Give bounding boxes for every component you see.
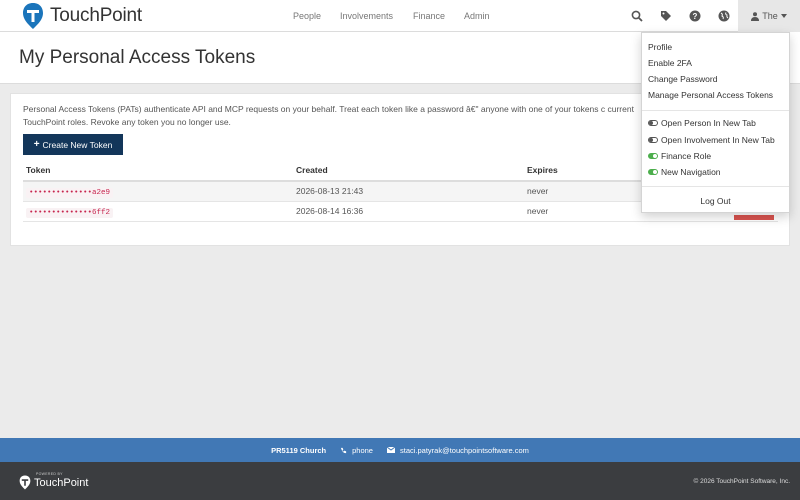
footer-logo[interactable]: TouchPoint [19, 475, 88, 490]
menu-item-change-password[interactable]: Change Password [648, 74, 717, 84]
toggle-on-icon [648, 153, 658, 159]
token-value: ••••••••••••••6ff2 [26, 207, 114, 218]
svg-text:?: ? [692, 12, 697, 21]
touchpoint-logo-mark-icon [19, 475, 31, 490]
menu-toggle-new-navigation[interactable]: New Navigation [648, 167, 721, 177]
create-new-token-button[interactable]: + Create New Token [23, 134, 123, 155]
nav-involvements[interactable]: Involvements [340, 0, 393, 32]
envelope-icon [386, 447, 395, 453]
topbar-actions: ? The [622, 0, 800, 32]
top-navbar: TouchPoint People Involvements Finance A… [0, 0, 800, 32]
nav-finance[interactable]: Finance [413, 0, 445, 32]
user-menu-toggle[interactable]: The [738, 0, 800, 32]
logo-text: TouchPoint [50, 5, 143, 26]
created-cell: 2026-08-14 16:36 [293, 201, 524, 222]
token-value: ••••••••••••••a2e9 [26, 187, 114, 198]
touchpoint-logo-mark-icon [23, 3, 43, 29]
toggle-on-icon [648, 169, 658, 175]
nav-involvements-link[interactable]: Involvements [340, 11, 393, 21]
phone-icon [341, 447, 347, 453]
create-new-token-label: Create New Token [42, 139, 113, 150]
menu-item-profile[interactable]: Profile [648, 42, 672, 52]
menu-item-manage-tokens[interactable]: Manage Personal Access Tokens [648, 90, 773, 100]
globe-icon[interactable] [709, 0, 738, 32]
nav-people-link[interactable]: People [293, 11, 321, 21]
footer-phone[interactable]: phone [352, 446, 373, 455]
menu-toggle-open-person-new-tab[interactable]: Open Person In New Tab [648, 118, 756, 128]
caret-down-icon [780, 14, 787, 18]
column-header-token: Token [23, 160, 293, 182]
user-icon [751, 11, 760, 21]
token-cell: ••••••••••••••a2e9 [23, 181, 293, 202]
menu-toggle-label: Finance Role [661, 151, 712, 161]
nav-people[interactable]: People [293, 0, 321, 32]
footer-church-name: PR5119 Church [271, 445, 327, 455]
menu-toggle-finance-role[interactable]: Finance Role [648, 151, 711, 161]
search-icon[interactable] [622, 0, 651, 32]
menu-divider [642, 110, 789, 111]
created-cell: 2026-08-13 21:43 [293, 181, 524, 202]
toggle-off-icon [648, 137, 658, 143]
nav-admin[interactable]: Admin [464, 0, 490, 32]
copyright-text: © 2026 TouchPoint Software, Inc. [693, 478, 790, 485]
column-header-created: Created [293, 160, 524, 182]
pat-description: Personal Access Tokens (PATs) authentica… [23, 104, 634, 127]
nav-finance-link[interactable]: Finance [413, 11, 445, 21]
nav-admin-link[interactable]: Admin [464, 11, 490, 21]
menu-item-log-out[interactable]: Log Out [642, 196, 789, 206]
menu-toggle-open-involvement-new-tab[interactable]: Open Involvement In New Tab [648, 135, 775, 145]
footer-email[interactable]: staci.patyrak@touchpointsoftware.com [400, 446, 529, 455]
plus-icon: + [33, 139, 40, 150]
tag-icon[interactable] [651, 0, 680, 32]
toggle-off-icon [648, 120, 658, 126]
revoke-button[interactable] [734, 215, 774, 220]
footer-logo-text: TouchPoint [34, 476, 89, 489]
user-dropdown-menu: Profile Enable 2FA Change Password Manag… [641, 32, 790, 213]
menu-toggle-label: Open Involvement In New Tab [661, 135, 775, 145]
menu-divider [642, 186, 789, 187]
menu-toggle-label: New Navigation [661, 167, 721, 177]
page-title: My Personal Access Tokens [19, 47, 256, 68]
footer-contact-bar: PR5119 Church phone staci.patyrak@touchp… [0, 438, 800, 462]
menu-toggle-label: Open Person In New Tab [661, 118, 756, 128]
help-icon[interactable]: ? [680, 0, 709, 32]
user-menu-label: The [762, 11, 778, 21]
footer-bottom [0, 462, 800, 500]
touchpoint-logo[interactable]: TouchPoint [22, 2, 142, 30]
token-cell: ••••••••••••••6ff2 [23, 201, 293, 222]
menu-item-enable-2fa[interactable]: Enable 2FA [648, 58, 692, 68]
